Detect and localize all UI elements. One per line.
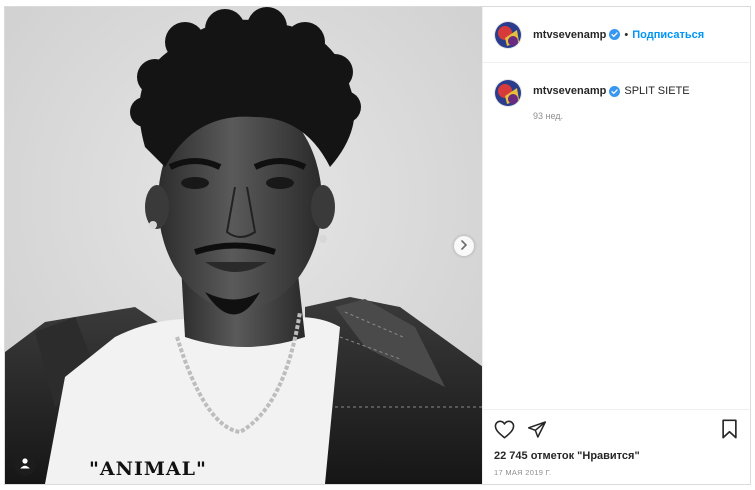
likes-count[interactable]: 22 745 отметок "Нравится" xyxy=(494,450,740,462)
heart-icon[interactable] xyxy=(494,420,515,439)
paper-plane-icon[interactable] xyxy=(527,420,547,439)
caption-avatar[interactable] xyxy=(494,79,522,107)
separator-dot: • xyxy=(624,28,629,41)
verified-badge-icon xyxy=(609,85,621,97)
post-side-panel: mtvsevenamp • Подписаться mtvsevenamp SP… xyxy=(483,7,750,484)
post-actions: 22 745 отметок "Нравится" 17 МАЯ 2019 Г. xyxy=(483,409,750,484)
caption-body: mtvsevenamp SPLIT SIETE 93 нед. xyxy=(533,79,690,121)
caption-timestamp: 93 нед. xyxy=(533,111,564,121)
verified-badge-icon xyxy=(609,29,621,40)
portrait-image xyxy=(5,7,482,484)
shirt-print-text: "ANIMAL" xyxy=(89,458,207,480)
user-tag-icon xyxy=(19,456,31,474)
next-slide-button[interactable] xyxy=(454,236,474,256)
post-photo[interactable]: "ANIMAL" xyxy=(5,7,483,484)
caption-text: SPLIT SIETE xyxy=(624,85,690,97)
caption-row: mtvsevenamp SPLIT SIETE 93 нед. xyxy=(494,79,739,121)
caption-username-link[interactable]: mtvsevenamp xyxy=(533,85,606,97)
avatar[interactable] xyxy=(494,20,522,49)
bookmark-icon[interactable] xyxy=(721,419,738,444)
post-date[interactable]: 17 МАЯ 2019 Г. xyxy=(494,468,740,477)
chevron-right-icon xyxy=(460,237,468,255)
action-icons xyxy=(494,418,740,440)
post-header: mtvsevenamp • Подписаться xyxy=(483,7,750,63)
comments-section: mtvsevenamp SPLIT SIETE 93 нед. xyxy=(483,63,750,409)
tagged-users-button[interactable] xyxy=(14,454,36,476)
follow-button[interactable]: Подписаться xyxy=(632,29,704,41)
header-username-link[interactable]: mtvsevenamp xyxy=(533,29,606,41)
post-card: "ANIMAL" mtvsevenamp • Подписаться mtvse… xyxy=(4,6,751,485)
